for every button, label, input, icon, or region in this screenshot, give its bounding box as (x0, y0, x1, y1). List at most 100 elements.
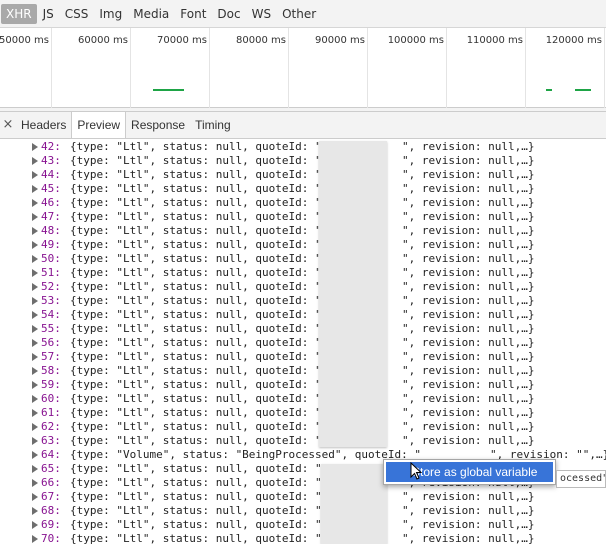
expand-arrow-icon[interactable] (32, 297, 38, 305)
json-array-entry[interactable]: 50: {type: "Ltl", status: null, quoteId: … (0, 252, 606, 266)
expand-arrow-icon[interactable] (32, 381, 38, 389)
tab-headers[interactable]: Headers (16, 112, 71, 138)
entry-summary: {type: "Ltl", status: null, quoteId: " (70, 406, 322, 419)
json-array-entry[interactable]: 60: {type: "Ltl", status: null, quoteId: … (0, 392, 606, 406)
entry-index: 70: (41, 532, 61, 544)
entry-summary-tail: ", revision: null,…} (402, 294, 535, 307)
entry-summary-tail: ", revision: null,…} (402, 266, 535, 279)
json-array-entry[interactable]: 56: {type: "Ltl", status: null, quoteId: … (0, 336, 606, 350)
expand-arrow-icon[interactable] (32, 283, 38, 291)
tab-response[interactable]: Response (126, 112, 190, 138)
expand-arrow-icon[interactable] (32, 395, 38, 403)
json-array-entry[interactable]: 55: {type: "Ltl", status: null, quoteId: … (0, 322, 606, 336)
json-array-entry[interactable]: 46: {type: "Ltl", status: null, quoteId: … (0, 196, 606, 210)
json-array-entry[interactable]: 69: {type: "Ltl", status: null, quoteId: … (0, 518, 606, 532)
entry-summary: {type: "Ltl", status: null, quoteId: " (70, 252, 322, 265)
expand-arrow-icon[interactable] (32, 493, 38, 501)
expand-arrow-icon[interactable] (32, 325, 38, 333)
json-array-entry[interactable]: 45: {type: "Ltl", status: null, quoteId: … (0, 182, 606, 196)
json-array-entry[interactable]: 63: {type: "Ltl", status: null, quoteId: … (0, 434, 606, 448)
json-array-entry[interactable]: 52: {type: "Ltl", status: null, quoteId: … (0, 280, 606, 294)
json-array-entry[interactable]: 49: {type: "Ltl", status: null, quoteId: … (0, 238, 606, 252)
entry-index: 44: (41, 168, 61, 181)
entry-index: 52: (41, 280, 61, 293)
filter-other-button[interactable]: Other (277, 4, 321, 24)
json-array-entry[interactable]: 54: {type: "Ltl", status: null, quoteId: … (0, 308, 606, 322)
expand-arrow-icon[interactable] (32, 451, 38, 459)
json-array-entry[interactable]: 61: {type: "Ltl", status: null, quoteId: … (0, 406, 606, 420)
timeline-tick-label: 80000 ms (236, 35, 286, 46)
network-timeline-overview[interactable]: 50000 ms 60000 ms 70000 ms 80000 ms 90000 ms… (0, 28, 606, 108)
entry-summary-tail: ", revision: null,…} (402, 518, 535, 531)
expand-arrow-icon[interactable] (32, 507, 38, 515)
tab-timing[interactable]: Timing (190, 112, 236, 138)
entry-index: 63: (41, 434, 61, 447)
filter-doc-button[interactable]: Doc (212, 4, 245, 24)
entry-summary: {type: "Ltl", status: null, quoteId: " (70, 336, 322, 349)
entry-summary: {type: "Ltl", status: null, quoteId: " (70, 532, 322, 544)
expand-arrow-icon[interactable] (32, 255, 38, 263)
filter-ws-button[interactable]: WS (247, 4, 276, 24)
expand-arrow-icon[interactable] (32, 227, 38, 235)
json-array-entry[interactable]: 44: {type: "Ltl", status: null, quoteId: … (0, 168, 606, 182)
timeline-gridline (288, 28, 289, 108)
filter-media-button[interactable]: Media (128, 4, 174, 24)
json-array-entry[interactable]: 68: {type: "Ltl", status: null, quoteId: … (0, 504, 606, 518)
entry-summary: {type: "Ltl", status: null, quoteId: " (70, 210, 322, 223)
entry-index: 61: (41, 406, 61, 419)
json-array-entry[interactable]: 67: {type: "Ltl", status: null, quoteId: … (0, 490, 606, 504)
entry-summary-tail: ", revision: null,…} (402, 168, 535, 181)
expand-arrow-icon[interactable] (32, 437, 38, 445)
json-array-entry[interactable]: 47: {type: "Ltl", status: null, quoteId: … (0, 210, 606, 224)
filter-css-button[interactable]: CSS (60, 4, 94, 24)
filter-img-button[interactable]: Img (94, 4, 127, 24)
entry-summary-tail: ", revision: null,…} (402, 196, 535, 209)
timeline-tick-label: 60000 ms (78, 35, 128, 46)
json-array-entry[interactable]: 43: {type: "Ltl", status: null, quoteId: … (0, 154, 606, 168)
expand-arrow-icon[interactable] (32, 479, 38, 487)
expand-arrow-icon[interactable] (32, 521, 38, 529)
entry-index: 69: (41, 518, 61, 531)
entry-summary-tail: ", revision: null,…} (402, 420, 535, 433)
expand-arrow-icon[interactable] (32, 339, 38, 347)
filter-js-button[interactable]: JS (38, 4, 59, 24)
timeline-gridline (446, 28, 447, 108)
json-array-entry[interactable]: 53: {type: "Ltl", status: null, quoteId: … (0, 294, 606, 308)
expand-arrow-icon[interactable] (32, 465, 38, 473)
entry-index: 51: (41, 266, 61, 279)
entry-index: 50: (41, 252, 61, 265)
timeline-tick-label: 90000 ms (315, 35, 365, 46)
entry-summary: {type: "Ltl", status: null, quoteId: " (70, 392, 322, 405)
entry-index: 60: (41, 392, 61, 405)
expand-arrow-icon[interactable] (32, 241, 38, 249)
expand-arrow-icon[interactable] (32, 367, 38, 375)
entry-summary-tail: ", revision: null,…} (402, 378, 535, 391)
expand-arrow-icon[interactable] (32, 409, 38, 417)
json-array-entry[interactable]: 57: {type: "Ltl", status: null, quoteId: … (0, 350, 606, 364)
json-array-entry[interactable]: 48: {type: "Ltl", status: null, quoteId: … (0, 224, 606, 238)
json-array-entry[interactable]: 51: {type: "Ltl", status: null, quoteId: … (0, 266, 606, 280)
json-array-entry[interactable]: 42: {type: "Ltl", status: null, quoteId: … (0, 140, 606, 154)
expand-arrow-icon[interactable] (32, 213, 38, 221)
expand-arrow-icon[interactable] (32, 185, 38, 193)
expand-arrow-icon[interactable] (32, 199, 38, 207)
expand-arrow-icon[interactable] (32, 157, 38, 165)
json-array-entry[interactable]: 58: {type: "Ltl", status: null, quoteId: … (0, 364, 606, 378)
entry-summary: {type: "Ltl", status: null, quoteId: " (70, 140, 322, 153)
expand-arrow-icon[interactable] (32, 171, 38, 179)
expand-arrow-icon[interactable] (32, 143, 38, 151)
tab-preview[interactable]: Preview (71, 111, 127, 138)
entry-summary-tail: ", revision: null,…} (402, 252, 535, 265)
filter-font-button[interactable]: Font (175, 4, 211, 24)
filter-xhr-button[interactable]: XHR (1, 3, 37, 24)
close-icon[interactable]: × (0, 112, 16, 138)
expand-arrow-icon[interactable] (32, 269, 38, 277)
expand-arrow-icon[interactable] (32, 423, 38, 431)
expand-arrow-icon[interactable] (32, 353, 38, 361)
json-array-entry[interactable]: 62: {type: "Ltl", status: null, quoteId: … (0, 420, 606, 434)
mouse-cursor-icon (410, 462, 422, 480)
json-array-entry[interactable]: 59: {type: "Ltl", status: null, quoteId: … (0, 378, 606, 392)
expand-arrow-icon[interactable] (32, 535, 38, 543)
expand-arrow-icon[interactable] (32, 311, 38, 319)
json-array-entry[interactable]: 70: {type: "Ltl", status: null, quoteId: … (0, 532, 606, 544)
